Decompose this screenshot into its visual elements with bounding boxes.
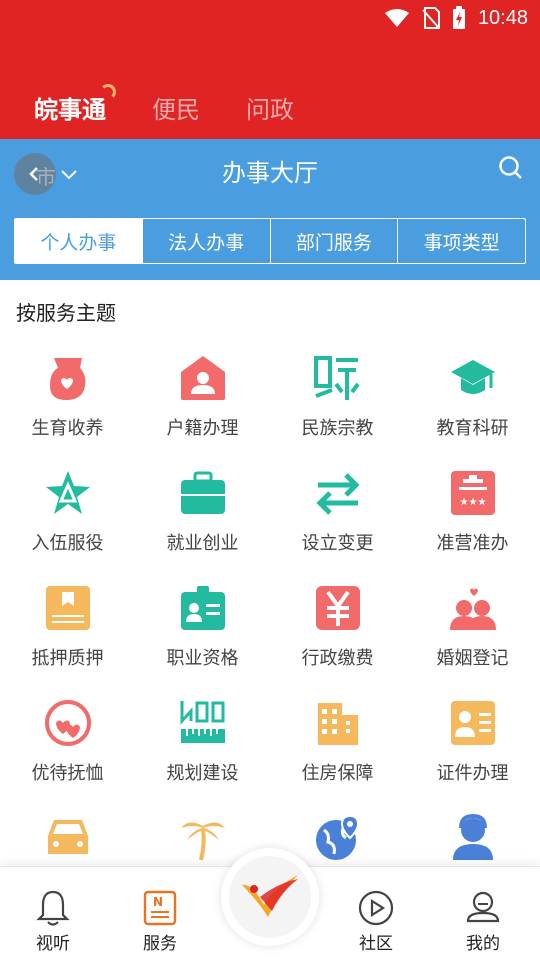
service-hall-header: 市 办事大厅 个人办事 法人办事 部门服务 事项类型 — [0, 139, 540, 280]
tab-indicator-icon — [100, 84, 116, 100]
wifi-icon — [384, 9, 409, 27]
service-label: 民族宗教 — [301, 418, 374, 439]
svg-text:N: N — [153, 895, 163, 909]
service-label: 设立变更 — [301, 533, 374, 554]
service-employment[interactable]: 就业创业 — [135, 455, 270, 570]
service-qualification[interactable]: 职业资格 — [135, 570, 270, 685]
bell-icon — [36, 890, 70, 926]
planning-ruler-icon — [180, 701, 225, 743]
service-label: 户籍办理 — [166, 418, 239, 439]
service-label: 入伍服役 — [31, 533, 104, 554]
status-bar: 10:48 — [0, 0, 540, 36]
nav-item-profile[interactable]: 我的 — [443, 889, 523, 954]
service-change[interactable]: 设立变更 — [270, 455, 405, 570]
app-logo-icon — [242, 875, 298, 917]
service-housing[interactable]: 住房保障 — [270, 685, 405, 800]
briefcase-icon — [181, 471, 225, 514]
military-star-icon — [46, 471, 90, 514]
car-icon — [48, 820, 88, 854]
service-label: 职业资格 — [166, 648, 239, 669]
service-label: 规划建设 — [166, 763, 239, 784]
svg-text:★★★: ★★★ — [460, 497, 487, 508]
section-title: 按服务主题 — [16, 301, 116, 325]
household-icon — [181, 356, 225, 400]
segment-personal[interactable]: 个人办事 — [15, 219, 143, 263]
nav-item-services[interactable]: N 服务 — [120, 889, 200, 954]
nav-label: 我的 — [466, 934, 500, 954]
service-ethnic[interactable]: 民族宗教 — [270, 340, 405, 455]
ethnic-religion-icon — [314, 356, 360, 400]
center-app-button[interactable] — [221, 848, 319, 946]
nav-label: 服务 — [143, 934, 177, 954]
service-license[interactable]: ★★★ 准营准办 — [405, 455, 540, 570]
service-preferential[interactable]: 优待抚恤 — [0, 685, 135, 800]
service-label: 证件办理 — [436, 763, 509, 784]
service-label: 就业创业 — [166, 533, 239, 554]
education-cap-icon — [451, 360, 495, 394]
service-fees[interactable]: 行政缴费 — [270, 570, 405, 685]
service-label: 住房保障 — [301, 763, 374, 784]
user-profile-icon — [466, 891, 500, 923]
top-tab-wanshitong[interactable]: 皖事通 — [34, 84, 116, 125]
segment-department[interactable]: 部门服务 — [271, 219, 399, 263]
service-household[interactable]: 户籍办理 — [135, 340, 270, 455]
segment-legal-person[interactable]: 法人办事 — [143, 219, 271, 263]
service-label: 优待抚恤 — [31, 763, 104, 784]
service-label: 生育收养 — [31, 418, 104, 439]
service-military[interactable]: 入伍服役 — [0, 455, 135, 570]
nav-label: 视听 — [36, 934, 70, 954]
maternity-icon — [50, 358, 86, 400]
top-tab-label: 皖事通 — [34, 96, 106, 124]
status-time: 10:48 — [477, 6, 528, 29]
service-education[interactable]: 教育科研 — [405, 340, 540, 455]
globe-location-icon — [316, 814, 360, 860]
customer-service-icon — [453, 814, 493, 860]
service-label: 抵押质押 — [31, 648, 104, 669]
top-tab-wenzheng[interactable]: 问政 — [246, 90, 294, 125]
page-title: 办事大厅 — [222, 159, 318, 187]
search-button[interactable] — [498, 155, 524, 185]
play-circle-icon — [358, 890, 394, 926]
service-marriage[interactable]: 婚姻登记 — [405, 570, 540, 685]
exchange-arrows-icon — [316, 473, 360, 515]
top-tabs: 皖事通 便民 问政 — [34, 84, 294, 125]
service-label: 教育科研 — [436, 418, 509, 439]
id-badge-icon — [181, 586, 225, 630]
nav-item-community[interactable]: 社区 — [336, 889, 416, 954]
search-icon — [499, 156, 522, 179]
couple-heart-icon — [450, 588, 496, 630]
palm-island-icon — [181, 822, 225, 861]
nav-label: 社区 — [359, 934, 393, 954]
segment-item-type[interactable]: 事项类型 — [398, 219, 525, 263]
service-label: 准营准办 — [436, 533, 509, 554]
news-doc-icon: N — [143, 890, 177, 926]
service-certificates[interactable]: 证件办理 — [405, 685, 540, 800]
nav-item-listen[interactable]: 视听 — [13, 889, 93, 954]
service-planning[interactable]: 规划建设 — [135, 685, 270, 800]
category-segments: 个人办事 法人办事 部门服务 事项类型 — [14, 218, 526, 264]
top-header: 10:48 皖事通 便民 问政 — [0, 0, 540, 139]
service-label: 婚姻登记 — [436, 648, 509, 669]
service-label: 行政缴费 — [301, 648, 374, 669]
top-tab-bianmin[interactable]: 便民 — [152, 90, 200, 125]
mortgage-book-icon — [46, 586, 90, 630]
service-maternity[interactable]: 生育收养 — [0, 340, 135, 455]
battery-charging-icon — [452, 6, 465, 29]
id-card-icon — [451, 701, 495, 745]
service-mortgage[interactable]: 抵押质押 — [0, 570, 135, 685]
license-icon: ★★★ — [451, 471, 495, 515]
heart-care-icon — [45, 700, 91, 746]
yuan-payment-icon — [316, 586, 360, 630]
building-icon — [318, 703, 358, 745]
no-sim-icon — [422, 7, 440, 29]
